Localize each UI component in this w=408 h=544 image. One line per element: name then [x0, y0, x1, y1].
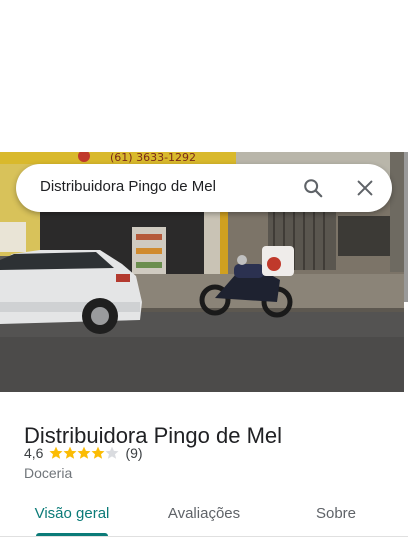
- rating-value: 4,6: [24, 445, 44, 461]
- close-icon[interactable]: [354, 177, 376, 199]
- search-icon[interactable]: [302, 177, 324, 199]
- tab-about[interactable]: Sobre: [290, 496, 382, 536]
- place-category[interactable]: Doceria: [24, 465, 72, 481]
- sign-phone-text: (61) 3633-1292: [110, 152, 196, 164]
- search-bar[interactable]: Distribuidora Pingo de Mel: [16, 164, 392, 212]
- place-tabs: Visão geral Avaliações Sobre: [0, 496, 408, 544]
- star-rating: [49, 446, 119, 460]
- tabs-divider: [0, 536, 408, 537]
- search-input[interactable]: Distribuidora Pingo de Mel: [40, 178, 216, 195]
- page-scrollbar[interactable]: [404, 152, 408, 302]
- rating-row[interactable]: 4,6 (9): [24, 444, 143, 462]
- tab-reviews[interactable]: Avaliações: [148, 496, 260, 536]
- review-count[interactable]: (9): [125, 445, 142, 461]
- stars-icon: [49, 446, 119, 459]
- map-blank-area: [0, 0, 408, 152]
- tab-overview[interactable]: Visão geral: [16, 496, 128, 536]
